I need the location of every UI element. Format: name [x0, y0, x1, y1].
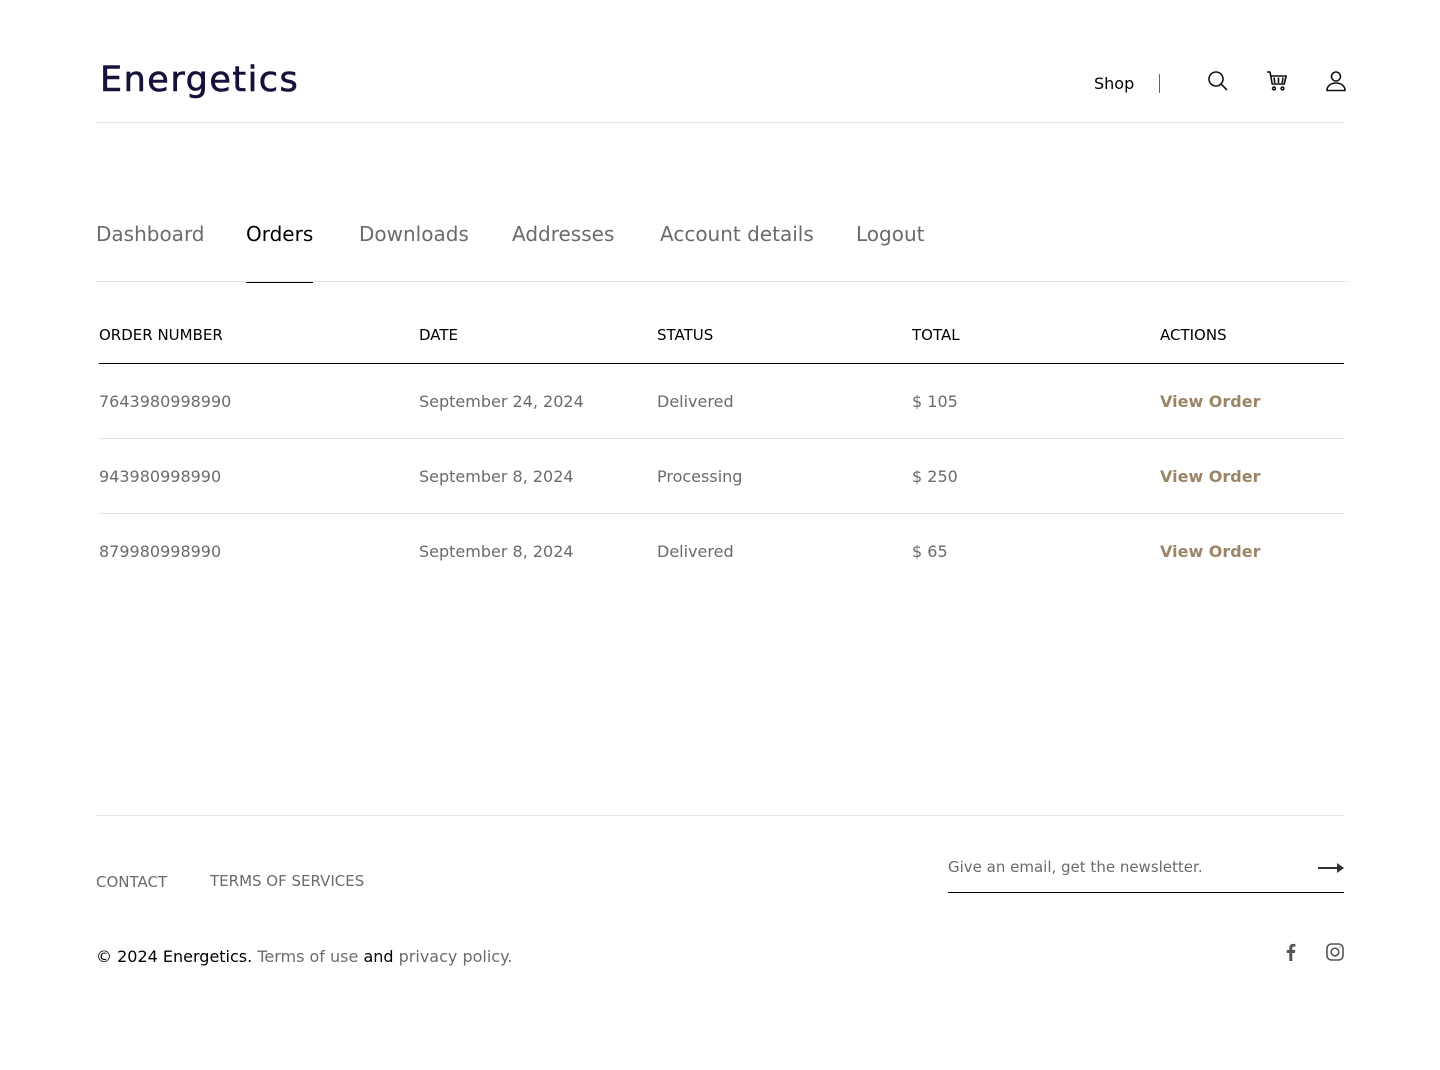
facebook-icon[interactable]	[1281, 942, 1301, 962]
table-header: ORDER NUMBER DATE STATUS TOTAL ACTIONS	[99, 323, 1344, 364]
account-tabs: Dashboard Orders Downloads Addresses Acc…	[96, 222, 1347, 283]
order-number: 943980998990	[99, 467, 222, 486]
view-order-link[interactable]: View Order	[1160, 392, 1260, 411]
order-date: September 24, 2024	[419, 392, 584, 411]
column-header-order-number: ORDER NUMBER	[99, 326, 223, 344]
tab-orders[interactable]: Orders	[246, 222, 314, 283]
order-number: 7643980998990	[99, 392, 232, 411]
site-header: Energetics Shop	[96, 0, 1346, 123]
orders-table: ORDER NUMBER DATE STATUS TOTAL ACTIONS 7…	[99, 323, 1344, 589]
copyright-and: and	[363, 947, 394, 966]
nav-divider	[1159, 74, 1160, 93]
copyright: © 2024 Energetics. Terms of use and priv…	[96, 947, 512, 966]
column-header-status: STATUS	[657, 326, 714, 344]
column-header-total: TOTAL	[912, 326, 960, 344]
tab-downloads[interactable]: Downloads	[359, 222, 469, 282]
table-row: 943980998990 September 8, 2024 Processin…	[99, 439, 1344, 514]
view-order-link[interactable]: View Order	[1160, 467, 1260, 486]
newsletter-email-input[interactable]	[948, 856, 1308, 878]
table-row: 879980998990 September 8, 2024 Delivered…	[99, 514, 1344, 589]
order-date: September 8, 2024	[419, 542, 574, 561]
column-header-actions: ACTIONS	[1160, 326, 1227, 344]
user-icon[interactable]	[1324, 69, 1348, 93]
search-icon[interactable]	[1206, 69, 1230, 93]
arrow-right-icon[interactable]	[1318, 860, 1344, 874]
privacy-policy-link[interactable]: privacy policy.	[399, 947, 513, 966]
order-total: $ 65	[912, 542, 948, 561]
column-header-date: DATE	[419, 326, 459, 344]
view-order-link[interactable]: View Order	[1160, 542, 1260, 561]
order-number: 879980998990	[99, 542, 222, 561]
order-status: Delivered	[657, 392, 734, 411]
order-total: $ 250	[912, 467, 958, 486]
footer-contact-link[interactable]: CONTACT	[96, 873, 167, 891]
table-row: 7643980998990 September 24, 2024 Deliver…	[99, 364, 1344, 439]
copyright-text: © 2024 Energetics.	[96, 947, 253, 966]
terms-of-use-link[interactable]: Terms of use	[257, 947, 358, 966]
cart-icon[interactable]	[1265, 69, 1289, 93]
tab-account-details[interactable]: Account details	[660, 222, 814, 282]
tab-logout[interactable]: Logout	[856, 222, 924, 282]
order-date: September 8, 2024	[419, 467, 574, 486]
order-status: Processing	[657, 467, 743, 486]
nav-shop-link[interactable]: Shop	[1094, 74, 1134, 93]
footer-divider	[96, 815, 1344, 816]
footer-terms-of-services-link[interactable]: TERMS OF SERVICES	[210, 872, 364, 890]
instagram-icon[interactable]	[1325, 942, 1345, 962]
tab-addresses[interactable]: Addresses	[512, 222, 614, 282]
order-status: Delivered	[657, 542, 734, 561]
tab-dashboard[interactable]: Dashboard	[96, 222, 205, 282]
newsletter-form	[948, 850, 1344, 893]
order-total: $ 105	[912, 392, 958, 411]
logo[interactable]: Energetics	[100, 60, 299, 101]
